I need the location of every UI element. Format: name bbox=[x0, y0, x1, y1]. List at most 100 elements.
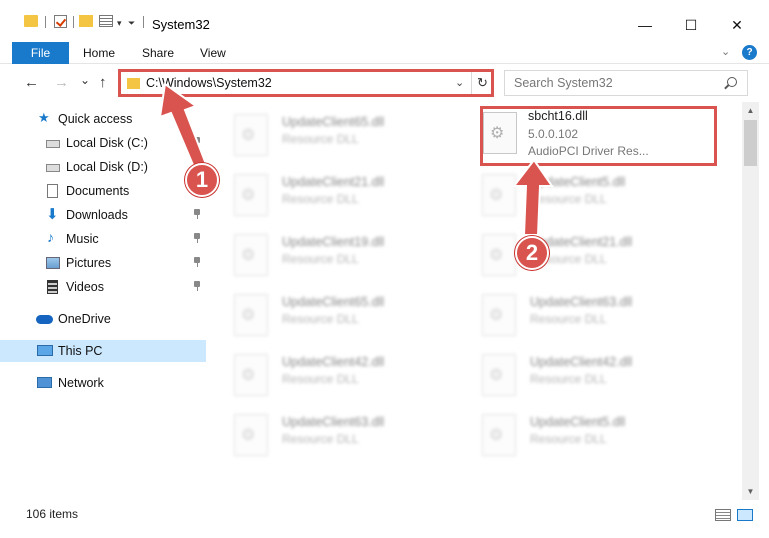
dll-file-icon bbox=[482, 294, 516, 336]
pictures-icon bbox=[46, 257, 60, 269]
search-icon[interactable] bbox=[727, 77, 737, 87]
file-item[interactable]: UpdateClient19.dll Resource DLL bbox=[210, 228, 450, 284]
file-name: UpdateClient5.dll bbox=[530, 175, 626, 189]
dll-file-icon bbox=[482, 234, 516, 276]
new-folder-icon[interactable] bbox=[79, 15, 93, 27]
file-type: Resource DLL bbox=[282, 132, 359, 146]
sidebar-item-music[interactable]: ♪ Music bbox=[0, 228, 208, 250]
properties-icon[interactable] bbox=[99, 15, 113, 27]
pin-icon[interactable] bbox=[193, 281, 201, 291]
search-input[interactable]: Search System32 bbox=[504, 70, 748, 96]
status-bar: 106 items bbox=[0, 500, 769, 528]
dll-file-icon bbox=[234, 294, 268, 336]
file-explorer-window: ▾ ⏷ System32 — ☐ ✕ File Home Share View … bbox=[0, 0, 769, 538]
scroll-up-icon[interactable]: ▲ bbox=[742, 102, 759, 119]
toolbar-separator bbox=[73, 16, 74, 28]
toolbar-separator bbox=[143, 16, 144, 28]
pin-icon[interactable] bbox=[193, 137, 201, 147]
back-button[interactable]: ← bbox=[24, 74, 39, 91]
tab-home[interactable]: Home bbox=[83, 46, 115, 60]
forward-button[interactable]: → bbox=[54, 74, 69, 91]
dll-file-icon bbox=[234, 174, 268, 216]
file-type: Resource DLL bbox=[282, 372, 359, 386]
pin-icon[interactable] bbox=[193, 233, 201, 243]
dll-file-icon bbox=[234, 114, 268, 156]
help-icon[interactable]: ? bbox=[742, 45, 757, 60]
sidebar-item-local-disk-d[interactable]: Local Disk (D:) bbox=[0, 156, 208, 178]
dll-file-icon bbox=[482, 354, 516, 396]
dll-file-icon bbox=[234, 354, 268, 396]
sidebar-item-videos[interactable]: Videos bbox=[0, 276, 208, 298]
sidebar-item-this-pc[interactable]: This PC bbox=[0, 340, 206, 362]
sidebar-item-documents[interactable]: Documents bbox=[0, 180, 208, 202]
sidebar-item-label: Downloads bbox=[66, 208, 128, 222]
file-type: Resource DLL bbox=[282, 192, 359, 206]
dll-file-icon bbox=[482, 174, 516, 216]
up-button[interactable]: ↑ bbox=[99, 74, 107, 91]
file-type: Resource DLL bbox=[282, 312, 359, 326]
file-name: UpdateClient63.dll bbox=[282, 415, 385, 429]
file-highlight-box bbox=[480, 106, 717, 166]
ribbon-tabs: File Home Share View ⌄ ? bbox=[0, 42, 769, 64]
drive-icon bbox=[46, 140, 60, 148]
sidebar-item-pictures[interactable]: Pictures bbox=[0, 252, 208, 274]
sidebar-item-label: Pictures bbox=[66, 256, 112, 270]
sidebar-item-label: Music bbox=[66, 232, 99, 246]
maximize-button[interactable]: ☐ bbox=[668, 10, 714, 40]
scrollbar-thumb[interactable] bbox=[744, 120, 757, 166]
sidebar-item-label: This PC bbox=[58, 344, 103, 358]
sidebar-item-label: Local Disk (C:) bbox=[66, 136, 148, 150]
tab-view[interactable]: View bbox=[200, 46, 226, 60]
dll-file-icon bbox=[482, 414, 516, 456]
file-name: UpdateClient19.dll bbox=[282, 235, 385, 249]
file-item[interactable]: UpdateClient5.dll Resource DLL bbox=[458, 168, 698, 224]
folder-icon bbox=[24, 15, 38, 27]
dll-file-icon bbox=[234, 234, 268, 276]
file-item[interactable]: UpdateClient63.dll Resource DLL bbox=[210, 408, 450, 464]
close-button[interactable]: ✕ bbox=[714, 10, 760, 40]
tab-file[interactable]: File bbox=[12, 42, 69, 64]
annotation-badge-1: 1 bbox=[185, 163, 219, 197]
file-item[interactable]: UpdateClient65.dll Resource DLL bbox=[210, 288, 450, 344]
file-item[interactable]: UpdateClient42.dll Resource DLL bbox=[458, 348, 698, 404]
sidebar-item-local-disk-c[interactable]: Local Disk (C:) bbox=[0, 132, 208, 154]
file-type: Resource DLL bbox=[282, 252, 359, 266]
sidebar-item-downloads[interactable]: ⬇ Downloads bbox=[0, 204, 208, 226]
file-list: UpdateClient65.dll Resource DLL sbcht16.… bbox=[210, 102, 742, 500]
file-item[interactable]: UpdateClient42.dll Resource DLL bbox=[210, 348, 450, 404]
recent-locations-button[interactable]: ⌄ bbox=[80, 73, 90, 87]
onedrive-icon bbox=[36, 315, 53, 324]
properties-check-icon[interactable] bbox=[54, 15, 67, 28]
sidebar-item-network[interactable]: Network bbox=[0, 372, 208, 394]
sidebar-item-quick-access[interactable]: ★ Quick access bbox=[0, 108, 208, 130]
sidebar-item-onedrive[interactable]: OneDrive bbox=[0, 308, 208, 330]
scroll-down-icon[interactable]: ▼ bbox=[742, 483, 759, 500]
window-title: System32 bbox=[152, 17, 210, 32]
pin-icon[interactable] bbox=[193, 257, 201, 267]
pin-icon[interactable] bbox=[193, 209, 201, 219]
chevron-down-icon[interactable]: ▾ bbox=[117, 18, 122, 29]
tab-share[interactable]: Share bbox=[142, 46, 174, 60]
sidebar-item-label: Documents bbox=[66, 184, 130, 198]
sidebar-item-label: Quick access bbox=[58, 112, 133, 126]
details-view-icon[interactable] bbox=[715, 509, 731, 521]
sidebar-item-label: Local Disk (D:) bbox=[66, 160, 148, 174]
expand-ribbon-chevron-down-icon[interactable]: ⌄ bbox=[721, 45, 730, 58]
file-type: Resource DLL bbox=[530, 192, 607, 206]
customize-toolbar-icon[interactable]: ⏷ bbox=[128, 18, 135, 29]
navigation-bar: ← → ⌄ ↑ C:\Windows\System32 ⌄ ↻ Search S… bbox=[0, 64, 769, 102]
file-type: Resource DLL bbox=[530, 312, 607, 326]
file-type: Resource DLL bbox=[530, 432, 607, 446]
navigation-pane: ★ Quick access Local Disk (C:) Local Dis… bbox=[0, 102, 208, 500]
file-item[interactable]: UpdateClient65.dll Resource DLL bbox=[210, 108, 450, 164]
large-icons-view-icon[interactable] bbox=[737, 509, 753, 521]
drive-icon bbox=[46, 164, 60, 172]
file-item[interactable]: UpdateClient5.dll Resource DLL bbox=[458, 408, 698, 464]
file-name: UpdateClient42.dll bbox=[530, 355, 633, 369]
vertical-scrollbar[interactable]: ▲ ▼ bbox=[742, 102, 759, 500]
file-item[interactable]: UpdateClient63.dll Resource DLL bbox=[458, 288, 698, 344]
file-item[interactable]: UpdateClient21.dll Resource DLL bbox=[458, 228, 698, 284]
minimize-button[interactable]: — bbox=[622, 10, 668, 40]
file-item[interactable]: UpdateClient21.dll Resource DLL bbox=[210, 168, 450, 224]
search-placeholder: Search System32 bbox=[514, 76, 613, 90]
